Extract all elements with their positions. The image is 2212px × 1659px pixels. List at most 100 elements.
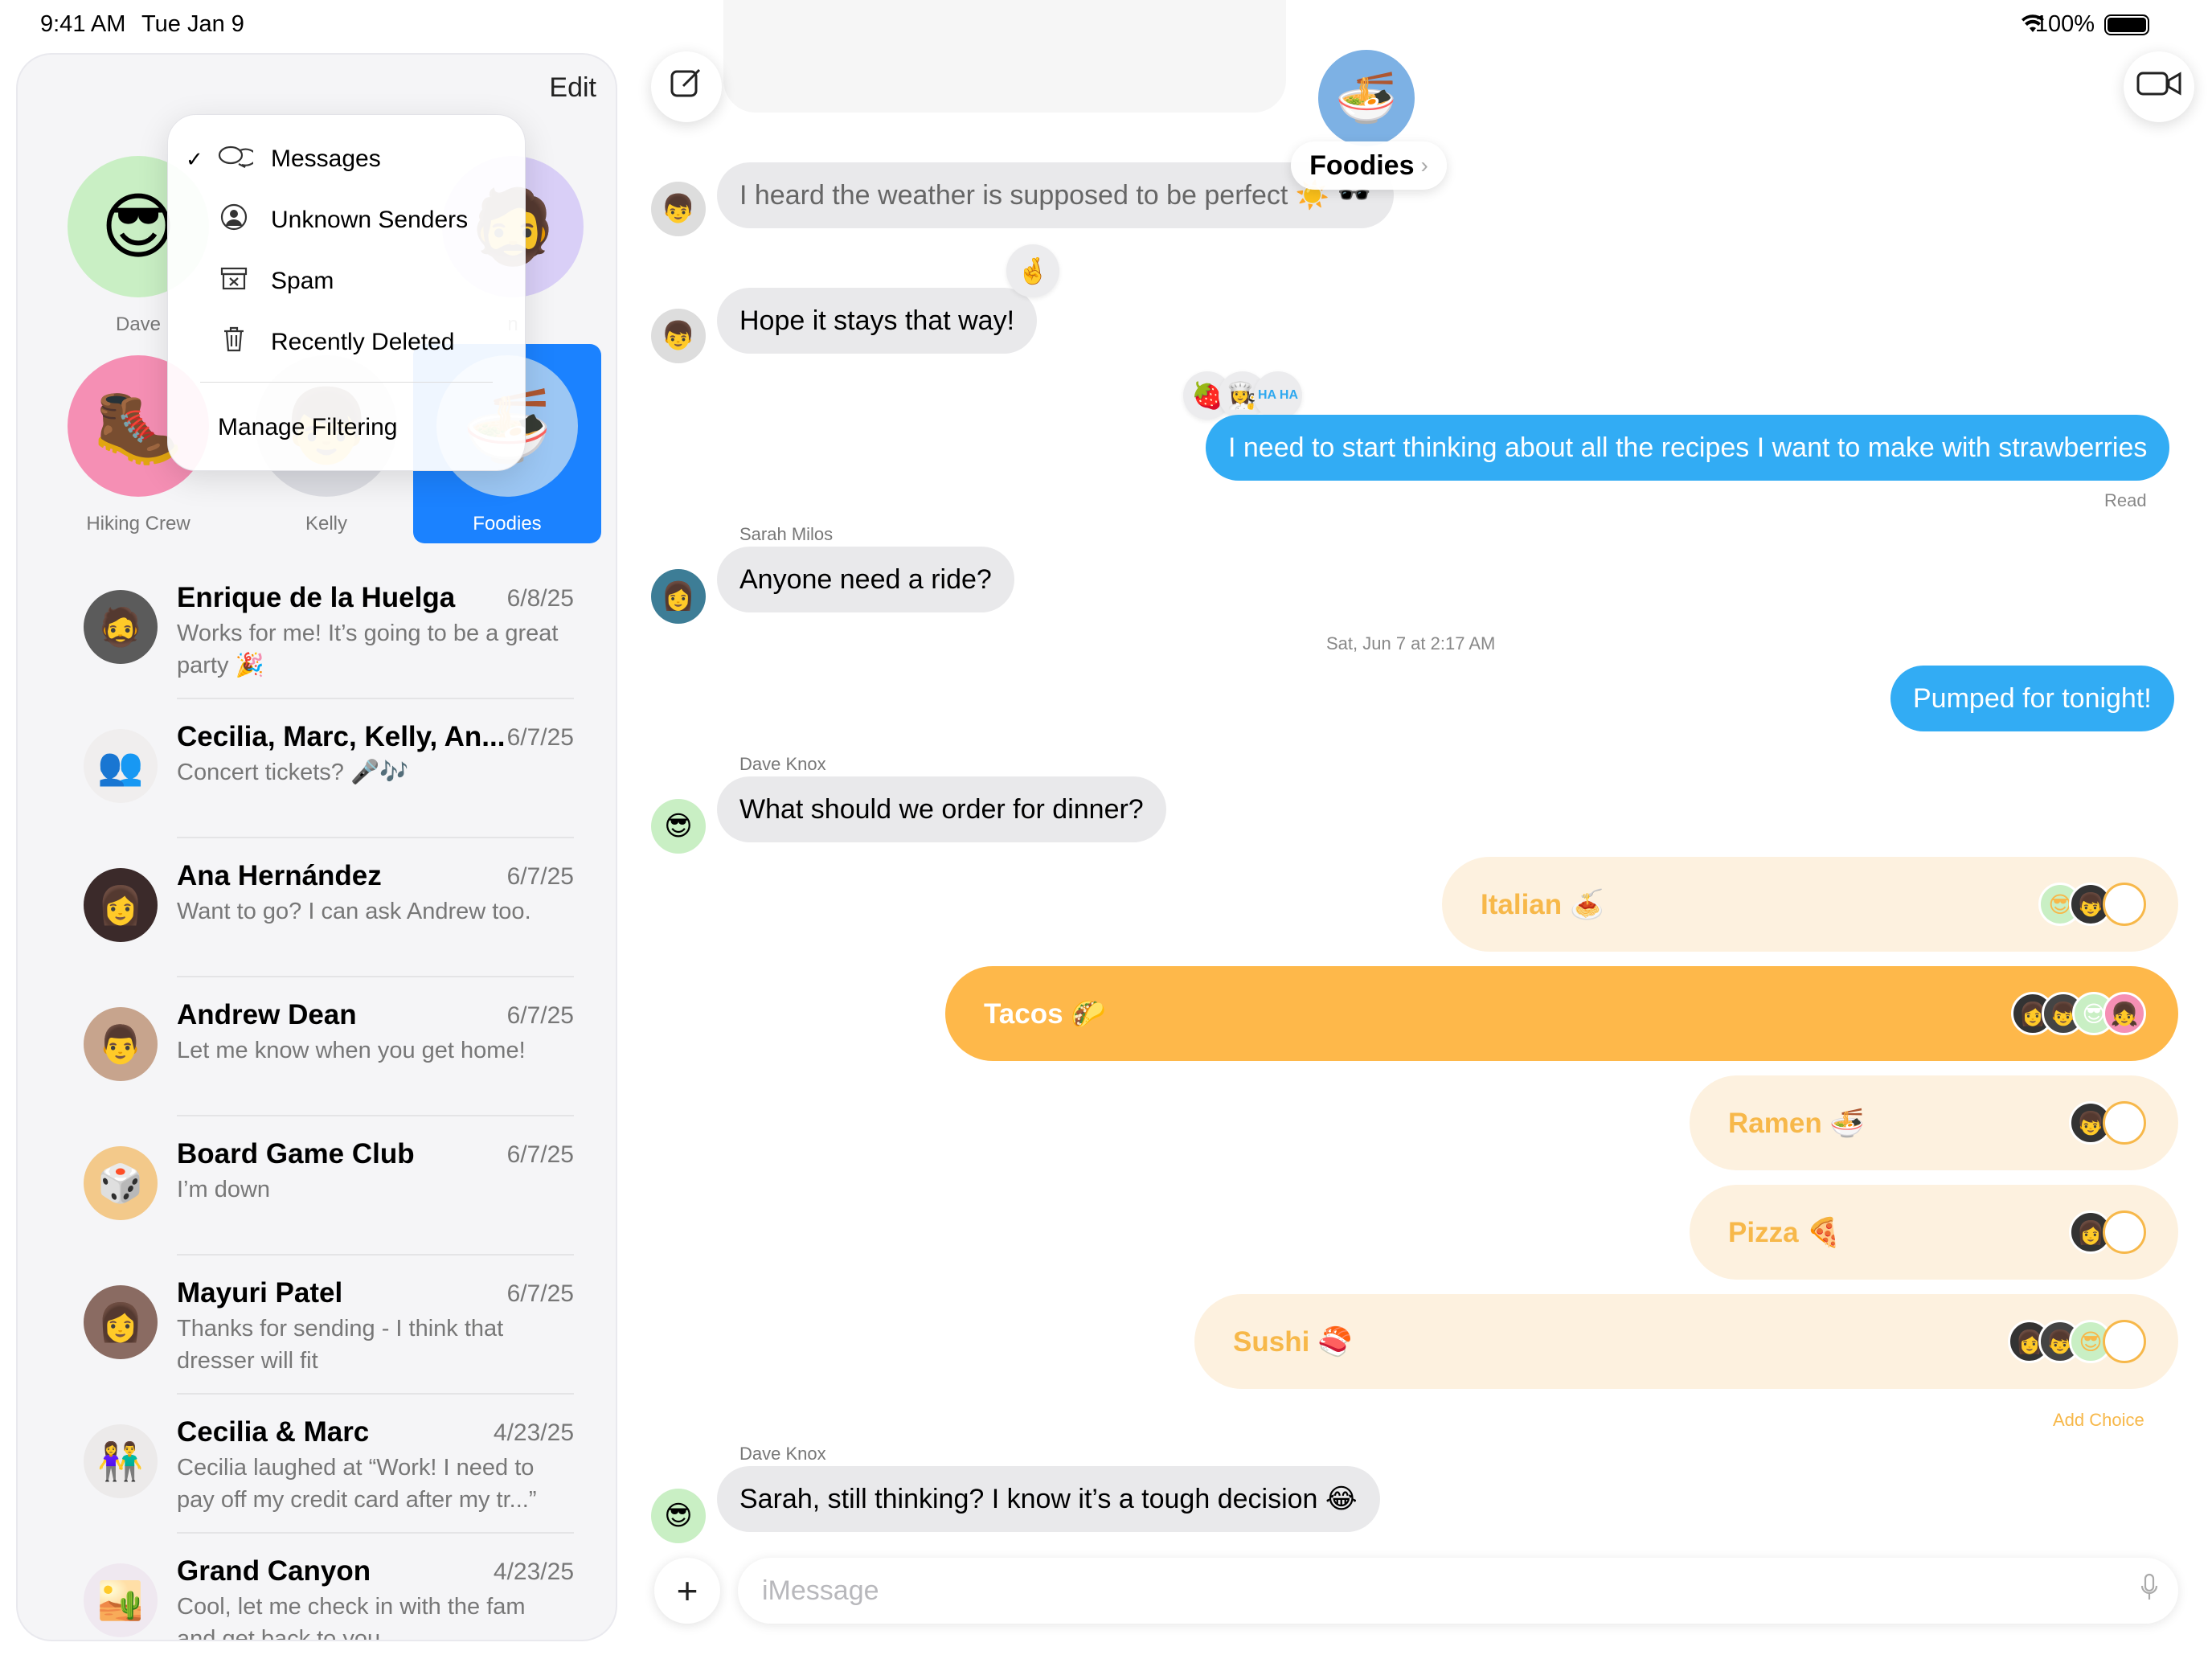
avatar: 😎 xyxy=(651,1489,706,1543)
sender-name: Dave Knox xyxy=(739,754,826,774)
message-bubble[interactable]: What should we order for dinner? xyxy=(717,776,1166,842)
group-name-button[interactable]: Foodies › xyxy=(1291,141,1447,190)
scrolled-message-fade xyxy=(723,0,1286,113)
sender-name: Sarah Milos xyxy=(739,524,834,544)
avatar: 👩 xyxy=(84,1285,158,1359)
row-divider xyxy=(177,837,574,838)
menu-item-label: Spam xyxy=(271,268,334,294)
compose-icon xyxy=(669,65,704,109)
conversation-preview: Want to go? I can ask Andrew too. xyxy=(177,899,531,924)
message-bubble[interactable]: Pumped for tonight! xyxy=(1890,666,2174,731)
tapback-reaction[interactable]: HA HA xyxy=(1254,371,1302,420)
menu-item-recently-deleted[interactable]: Recently Deleted xyxy=(168,314,525,371)
menu-item-label: Unknown Senders xyxy=(271,207,469,233)
manage-filtering-button[interactable]: Manage Filtering xyxy=(168,399,525,456)
message-bubble[interactable]: I need to start thinking about all the r… xyxy=(1206,415,2170,481)
filter-menu: ✓ Messages Unknown Senders Spam Recently… xyxy=(167,114,526,471)
menu-item-unknown-senders[interactable]: Unknown Senders xyxy=(168,192,525,248)
poll-option-label: Tacos 🌮 xyxy=(984,997,1106,1030)
read-receipt: Read xyxy=(2104,490,2147,510)
checkmark-icon: ✓ xyxy=(186,146,203,171)
poll-option[interactable]: Ramen 🍜 👦 xyxy=(1690,1075,2178,1170)
menu-item-messages[interactable]: ✓ Messages xyxy=(168,131,525,187)
video-call-button[interactable] xyxy=(2124,51,2194,122)
avatar: 👩 xyxy=(651,569,706,624)
conversation-row[interactable]: 👫 Cecilia & Marc 4/23/25 Cecilia laughed… xyxy=(18,1395,616,1534)
row-divider xyxy=(177,976,574,977)
vote-circle[interactable] xyxy=(2103,1210,2146,1254)
row-divider xyxy=(177,1254,574,1256)
voter-avatar: 👧 xyxy=(2103,992,2146,1035)
menu-item-spam[interactable]: Spam xyxy=(168,253,525,309)
edit-button[interactable]: Edit xyxy=(549,72,596,104)
compose-button[interactable] xyxy=(651,51,722,122)
row-divider xyxy=(177,698,574,699)
conversation-preview: Cool, let me check in with the fam and g… xyxy=(177,1594,526,1641)
vote-circle[interactable] xyxy=(2103,1320,2146,1363)
vote-circle[interactable] xyxy=(2103,883,2146,926)
microphone-icon[interactable] xyxy=(2140,1573,2159,1608)
conversation-preview: Cecilia laughed at “Work! I need to pay … xyxy=(177,1455,537,1513)
status-time: 9:41 AM xyxy=(40,11,126,37)
poll-voters: 👦 xyxy=(2069,1101,2146,1145)
message-input[interactable]: iMessage xyxy=(738,1558,2178,1624)
tapback-reaction[interactable]: 🤞 xyxy=(1006,244,1059,297)
avatar: 😎 xyxy=(651,799,706,854)
poll-option-label: Italian 🍝 xyxy=(1481,888,1605,920)
poll-option-label: Ramen 🍜 xyxy=(1728,1107,1866,1139)
conversation-row[interactable]: 🎲 Board Game Club 6/7/25 I’m down xyxy=(18,1117,616,1256)
avatar: 👨 xyxy=(84,1007,158,1081)
avatar: 🏜️ xyxy=(84,1563,158,1637)
avatar: 👩 xyxy=(84,868,158,942)
add-choice-button[interactable]: Add Choice xyxy=(2053,1410,2144,1431)
message-bubble[interactable]: Hope it stays that way! xyxy=(717,288,1038,354)
spam-box-icon xyxy=(218,266,250,297)
conversation-name: Mayuri Patel xyxy=(177,1277,343,1309)
sender-name: Dave Knox xyxy=(739,1444,826,1464)
vote-circle[interactable] xyxy=(2103,1101,2146,1145)
conversation-date: 6/7/25 xyxy=(506,1141,574,1168)
conversation-name: Enrique de la Huelga xyxy=(177,582,456,613)
avatar: 👥 xyxy=(84,729,158,803)
conversation-row[interactable]: 👩 Ana Hernández 6/7/25 Want to go? I can… xyxy=(18,839,616,977)
conversation-row[interactable]: 👨 Andrew Dean 6/7/25 Let me know when yo… xyxy=(18,978,616,1116)
conversation-date: 6/7/25 xyxy=(506,863,574,890)
conversation-date: 4/23/25 xyxy=(493,1559,574,1585)
add-attachment-button[interactable]: + xyxy=(654,1558,720,1624)
poll-voters: 👩 xyxy=(2069,1210,2146,1254)
poll-option[interactable]: Sushi 🍣 👩 👦 😎 xyxy=(1194,1294,2178,1389)
avatar: 👫 xyxy=(84,1424,158,1498)
conversation-name: Andrew Dean xyxy=(177,999,357,1030)
conversation-date: 6/7/25 xyxy=(506,1002,574,1029)
conversation-date: 4/23/25 xyxy=(493,1419,574,1446)
poll-option-winner[interactable]: Tacos 🌮 👩 👦 😎 👧 xyxy=(945,966,2178,1061)
group-avatar[interactable]: 🍜 xyxy=(1318,50,1415,146)
message-bubble[interactable]: Sarah, still thinking? I know it’s a tou… xyxy=(717,1466,1380,1532)
conversation-name: Ana Hernández xyxy=(177,860,382,891)
unknown-person-icon xyxy=(218,203,250,238)
conversation-name: Cecilia & Marc xyxy=(177,1416,370,1448)
conversation-name: Cecilia, Marc, Kelly, An... xyxy=(177,721,506,752)
message-bubble[interactable]: Anyone need a ride? xyxy=(717,547,1014,612)
conversation-row[interactable]: 🏜️ Grand Canyon 4/23/25 Cool, let me che… xyxy=(18,1534,616,1641)
status-date: Tue Jan 9 xyxy=(141,11,244,37)
conversation-row[interactable]: 🧔 Enrique de la Huelga 6/8/25 Works for … xyxy=(18,561,616,699)
video-camera-icon xyxy=(2136,69,2181,105)
conversation-row[interactable]: 👩 Mayuri Patel 6/7/25 Thanks for sending… xyxy=(18,1256,616,1395)
row-divider xyxy=(177,1115,574,1116)
trash-icon xyxy=(218,326,250,359)
conversation-preview: Concert tickets? 🎤🎶 xyxy=(177,760,409,785)
conversation-sidebar: Edit 😎 Dave 🧔 n 🥾 Hiking Crew 👦 Kelly 🍜 … xyxy=(16,53,617,1641)
conversation-preview: Works for me! It’s going to be a great p… xyxy=(177,621,559,678)
poll-option[interactable]: Italian 🍝 😎 👦 xyxy=(1442,857,2178,952)
poll-option[interactable]: Pizza 🍕 👩 xyxy=(1690,1185,2178,1280)
menu-item-label: Recently Deleted xyxy=(271,329,455,355)
pinned-label: Hiking Crew xyxy=(86,513,190,535)
chat-pane: 🍜 Foodies › 👦 I heard the weather is supp… xyxy=(635,0,2212,1659)
conversation-row[interactable]: 👥 Cecilia, Marc, Kelly, An... 6/7/25 Con… xyxy=(18,700,616,838)
conversation-preview: Let me know when you get home! xyxy=(177,1038,526,1063)
plus-icon: + xyxy=(676,1570,698,1612)
conversation-name: Board Game Club xyxy=(177,1138,415,1169)
conversation-preview: I’m down xyxy=(177,1177,271,1202)
avatar: 👦 xyxy=(651,309,706,363)
